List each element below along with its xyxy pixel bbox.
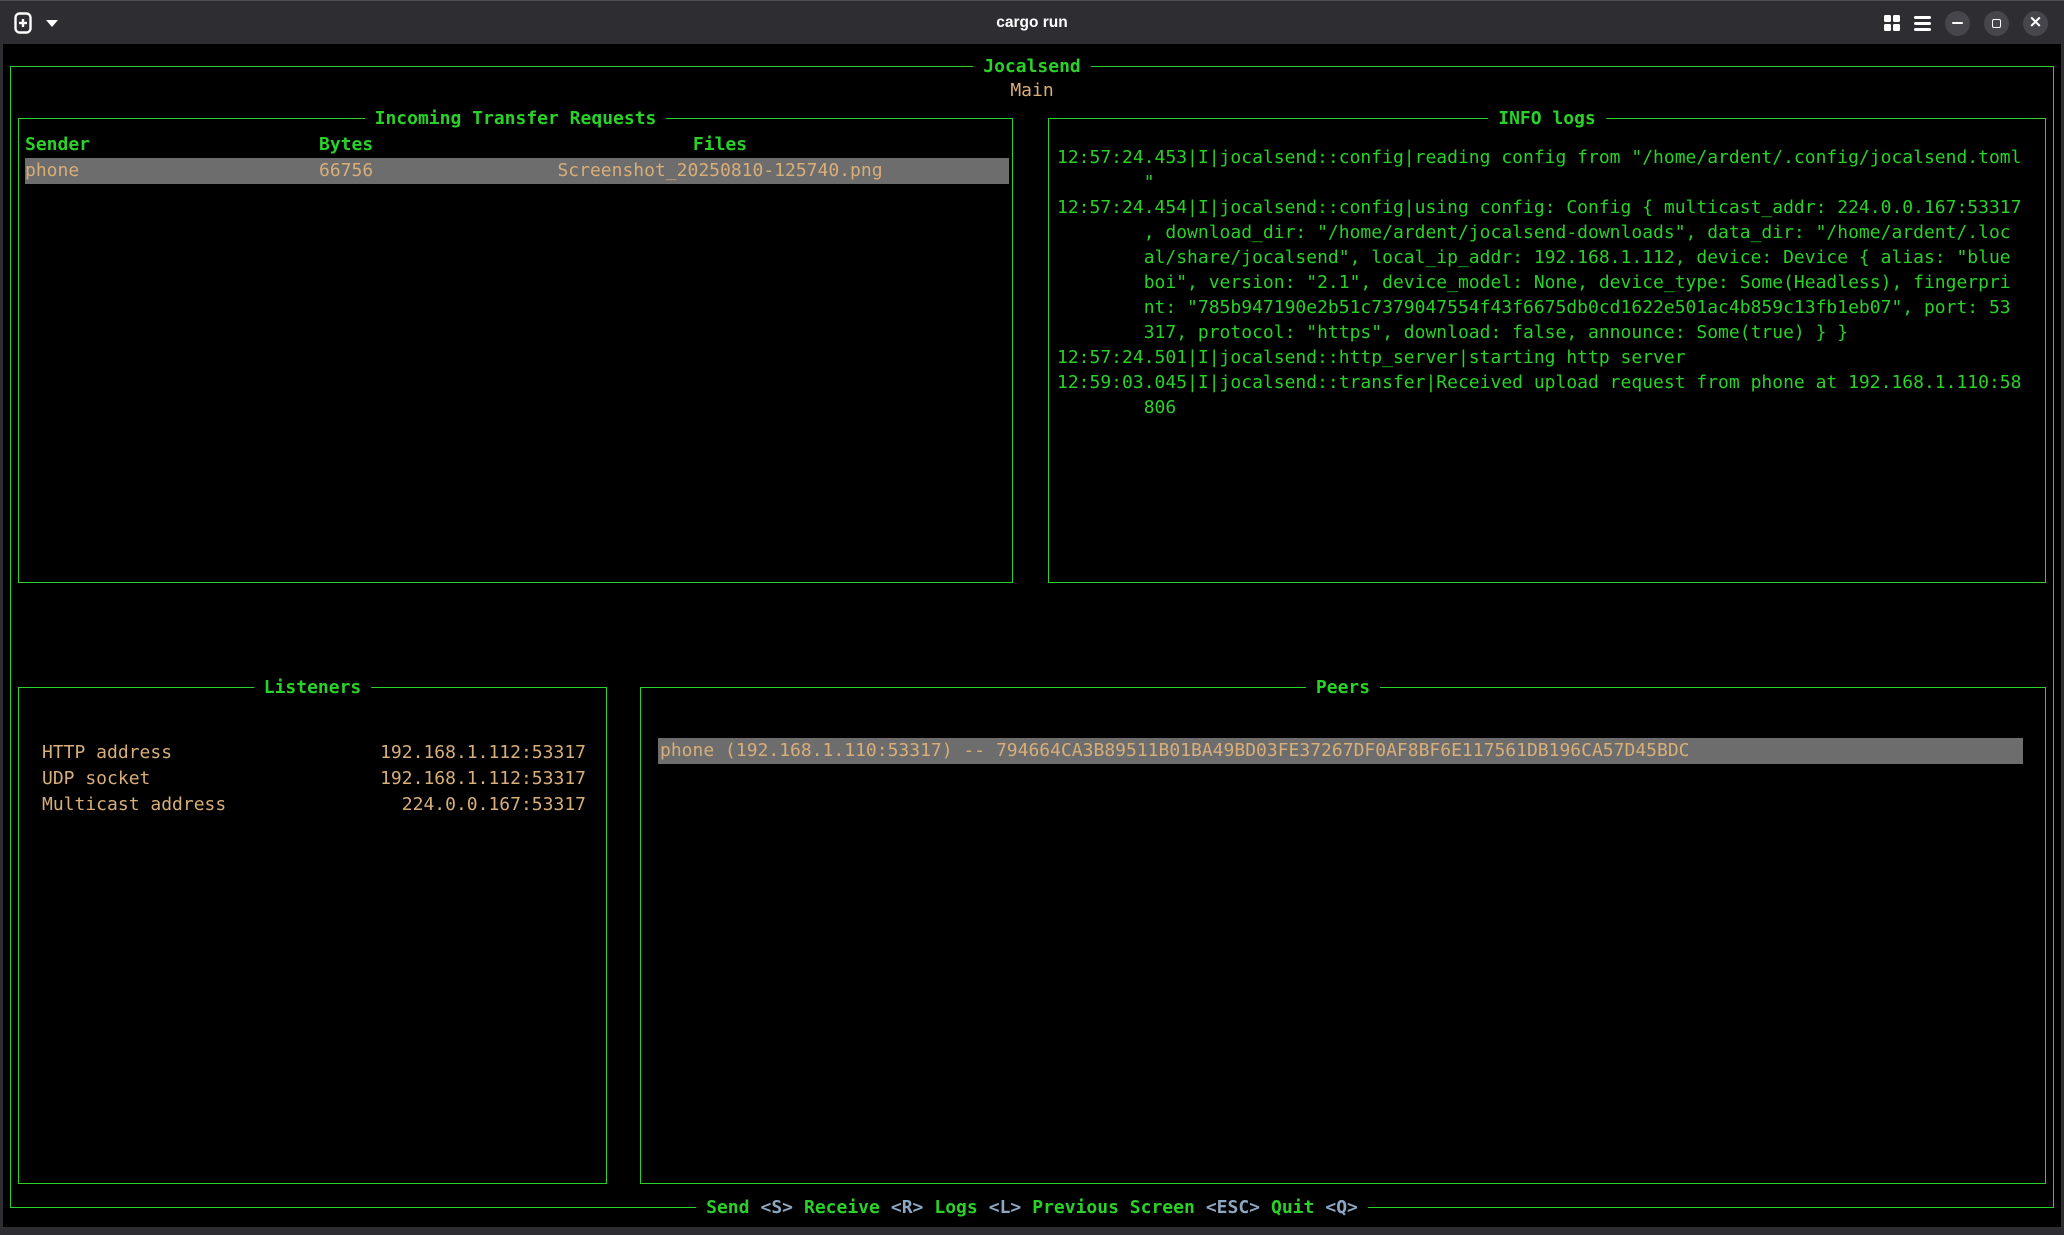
peer-item-selected[interactable]: phone (192.168.1.110:53317) -- 794664CA3… [658,738,2023,764]
menu-item-logs[interactable]: Logs [934,1195,977,1221]
column-header-bytes: Bytes [319,132,431,158]
terminal-window: cargo run × Jocalsend Main [0,0,2064,1235]
close-button[interactable]: × [2023,11,2048,36]
log-line: 12:57:24.454|I|jocalsend::config|using c… [1057,195,2043,220]
listener-value: 224.0.0.167:53317 [402,792,586,818]
menu-key-quit: <Q> [1325,1195,1358,1221]
listeners-title: Listeners [254,675,372,701]
listener-row-udp: UDP socket 192.168.1.112:53317 [19,766,606,792]
listener-label: UDP socket [42,766,150,792]
column-header-files: Files [431,132,1009,158]
log-line: 12:59:03.045|I|jocalsend::transfer|Recei… [1057,370,2043,395]
listener-value: 192.168.1.112:53317 [380,740,586,766]
close-icon: × [2028,14,2042,31]
menu-item-send[interactable]: Send [706,1195,749,1221]
log-line: , download_dir: "/home/ardent/jocalsend-… [1057,220,2043,245]
menu-button[interactable] [1914,16,1931,31]
cell-sender: phone [25,158,319,184]
minimize-icon [1952,22,1963,25]
log-line: al/share/jocalsend", local_ip_addr: 192.… [1057,245,2043,270]
info-logs-title: INFO logs [1488,106,1606,132]
peers-title: Peers [1306,675,1380,701]
log-line: 12:57:24.453|I|jocalsend::config|reading… [1057,145,2043,170]
menu-item-receive[interactable]: Receive [804,1195,880,1221]
maximize-button[interactable] [1984,11,2009,36]
log-line: 12:57:24.501|I|jocalsend::http_server|st… [1057,345,2043,370]
tab-overview-button[interactable] [1884,15,1900,31]
listener-row-multicast: Multicast address 224.0.0.167:53317 [19,792,606,818]
menu-item-previous-screen[interactable]: Previous Screen [1032,1195,1195,1221]
titlebar: cargo run × [0,0,2064,44]
titlebar-right-cluster: × [1884,1,2048,45]
menu-key-logs: <L> [989,1195,1022,1221]
listeners-list: HTTP address 192.168.1.112:53317 UDP soc… [19,740,606,818]
menu-key-receive: <R> [891,1195,924,1221]
window-title: cargo run [0,1,2064,45]
log-output: 12:57:24.453|I|jocalsend::config|reading… [1057,145,2043,420]
shortcut-menu: Send <S> Receive <R> Logs <L> Previous S… [696,1195,1368,1221]
incoming-table-header: Sender Bytes Files [25,132,1009,158]
log-line: 806 [1057,395,2043,420]
minimize-button[interactable] [1945,11,1970,36]
menu-item-quit[interactable]: Quit [1271,1195,1314,1221]
log-line: boi", version: "2.1", device_model: None… [1057,270,2043,295]
hamburger-icon [1914,16,1931,19]
listeners-panel: Listeners HTTP address 192.168.1.112:533… [18,687,607,1184]
terminal-content: Jocalsend Main Incoming Transfer Request… [3,44,2061,1227]
log-line: " [1057,170,2043,195]
listener-label: HTTP address [42,740,172,766]
info-logs-panel: INFO logs 12:57:24.453|I|jocalsend::conf… [1048,118,2046,583]
table-row-selected[interactable]: phone 66756 Screenshot_20250810-125740.p… [25,158,1009,184]
peers-panel: Peers phone (192.168.1.110:53317) -- 794… [640,687,2046,1184]
grid-icon [1884,15,1891,22]
listener-value: 192.168.1.112:53317 [380,766,586,792]
incoming-transfers-panel: Incoming Transfer Requests Sender Bytes … [18,118,1013,583]
app-title: Jocalsend [973,54,1091,80]
incoming-transfers-title: Incoming Transfer Requests [365,106,667,132]
maximize-icon [1992,19,2001,28]
listener-row-http: HTTP address 192.168.1.112:53317 [19,740,606,766]
column-header-sender: Sender [25,132,319,158]
screen-name: Main [3,78,2061,104]
menu-key-previous-screen: <ESC> [1206,1195,1260,1221]
listener-label: Multicast address [42,792,226,818]
cell-bytes: 66756 [319,158,431,184]
menu-key-send: <S> [760,1195,793,1221]
cell-files: Screenshot_20250810-125740.png [431,158,1009,184]
log-line: nt: "785b947190e2b51c7379047554f43f6675d… [1057,295,2043,320]
log-line: 317, protocol: "https", download: false,… [1057,320,2043,345]
